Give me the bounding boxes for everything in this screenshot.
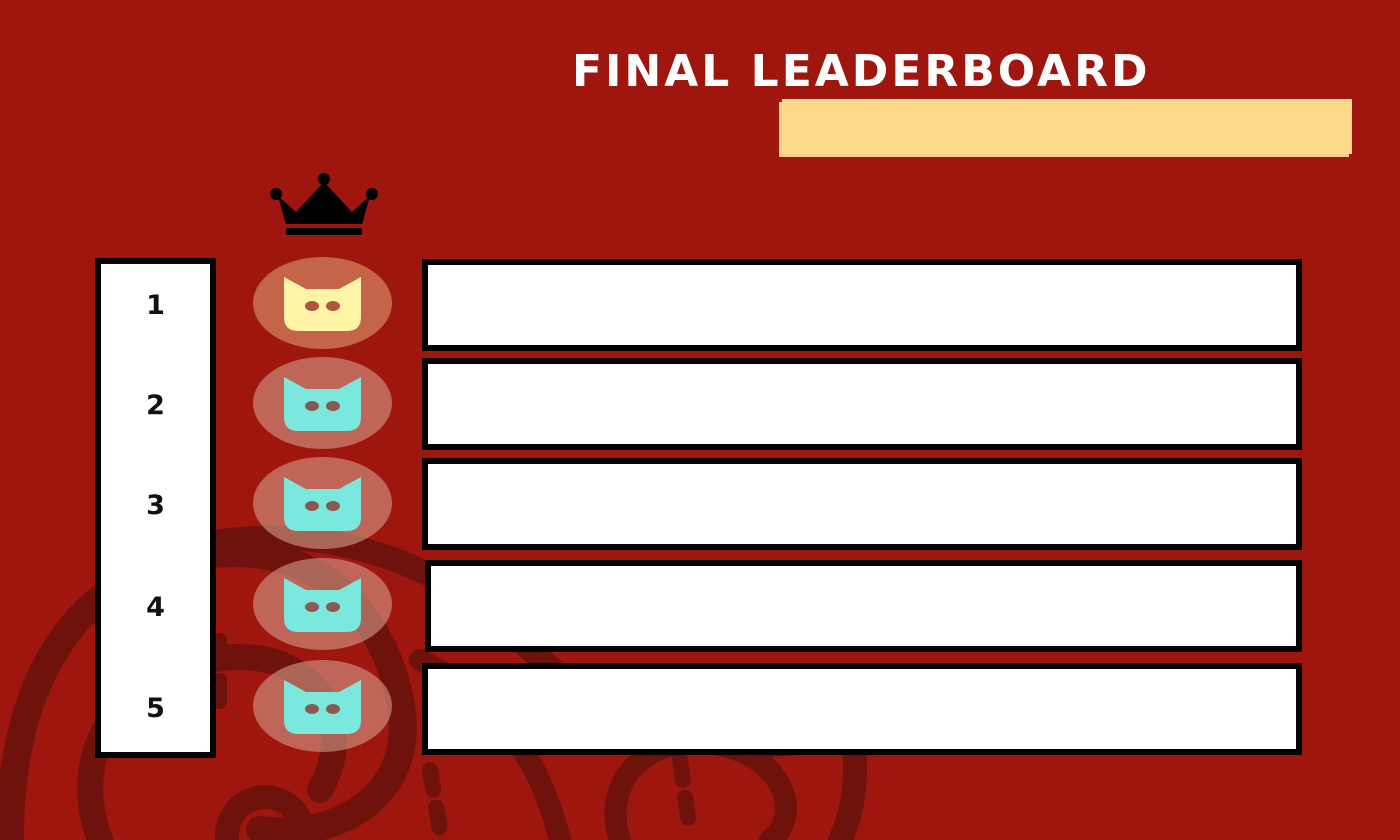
rank-column: 1 2 3 4 5 <box>95 258 216 758</box>
player-avatar-first <box>253 257 392 349</box>
player-name-box <box>422 663 1302 755</box>
rank-number: 5 <box>146 693 165 724</box>
player-avatar <box>253 357 392 449</box>
cat-face-icon <box>284 377 361 431</box>
cat-face-icon <box>284 477 361 531</box>
cat-face-icon <box>284 277 361 331</box>
player-name-box <box>422 458 1302 550</box>
rank-number: 2 <box>146 390 165 421</box>
player-avatar <box>253 660 392 752</box>
crown-icon <box>270 173 378 235</box>
cat-face-icon <box>284 680 361 734</box>
rank-number: 4 <box>146 592 165 623</box>
rank-number: 3 <box>146 490 165 521</box>
player-name-box <box>422 358 1302 450</box>
page-title: FINAL LEADERBOARD <box>572 46 1151 97</box>
player-avatar <box>253 457 392 549</box>
title-underline-bar <box>782 99 1352 154</box>
rank-number: 1 <box>146 290 165 321</box>
player-name-box <box>422 259 1302 351</box>
cat-face-icon <box>284 578 361 632</box>
player-avatar <box>253 558 392 650</box>
player-name-box <box>425 560 1302 652</box>
